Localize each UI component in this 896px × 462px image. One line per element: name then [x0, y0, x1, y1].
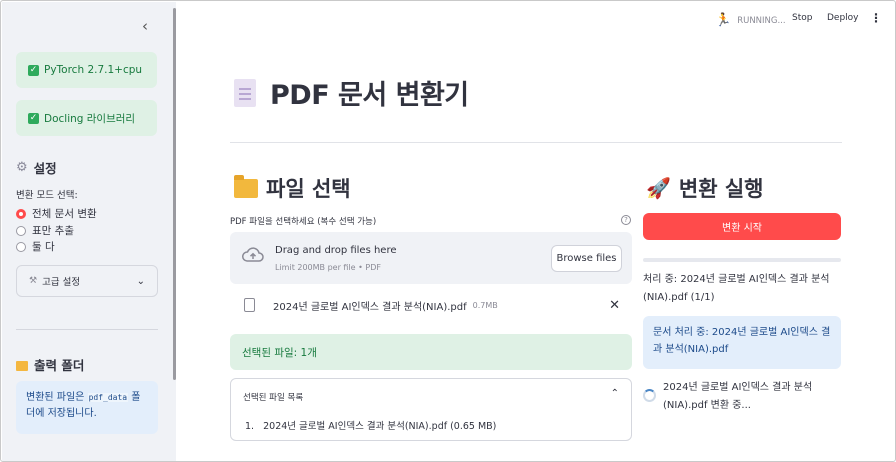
- radio-button[interactable]: [16, 241, 26, 252]
- browse-files-button[interactable]: Browse files: [551, 245, 622, 272]
- deploy-button[interactable]: Deploy: [827, 13, 859, 23]
- radio-button[interactable]: [16, 225, 26, 236]
- spinner-row: 2024년 글로벌 AI인덱스 결과 분석(NIA).pdf 변환 중...: [643, 379, 843, 415]
- dropzone-title: Drag and drop files here: [275, 245, 397, 256]
- expander-title: 선택된 파일 목록: [243, 393, 304, 403]
- run-section-heading: 🚀 변환 실행: [646, 173, 764, 203]
- close-icon[interactable]: ✕: [609, 298, 620, 313]
- wrench-icon: ⚒: [29, 276, 38, 286]
- app-window: ‹ ✓ PyTorch 2.7.1+cpu ✓ Docling 라이브러리 ⚙ …: [0, 0, 896, 462]
- section-title: 파일 선택: [266, 177, 351, 201]
- chevron-down-icon: ⌄: [136, 275, 145, 287]
- file-size: 0.7MB: [472, 300, 498, 310]
- title-row: PDF 문서 변환기: [234, 73, 469, 112]
- folder-icon: [234, 174, 258, 198]
- cloud-upload-icon: [242, 247, 264, 262]
- check-icon: ✓: [28, 112, 39, 124]
- output-title: 출력 폴더: [34, 358, 85, 373]
- uploader-label: PDF 파일을 선택하세요 (복수 선택 가능): [230, 217, 377, 227]
- folder-code: pdf_data: [87, 393, 129, 402]
- file-dropzone[interactable]: Drag and drop files here Limit 200MB per…: [230, 232, 632, 284]
- uploaded-file-row: 2024년 글로벌 AI인덱스 결과 분석(NIA).pdf 0.7MB ✕: [244, 295, 632, 315]
- running-man-icon: 🏃: [715, 13, 732, 28]
- radio-both[interactable]: 둘 다: [16, 239, 55, 254]
- output-heading: 출력 폴더: [16, 355, 84, 374]
- progress-bar: [643, 258, 841, 262]
- settings-heading: ⚙ 설정: [16, 158, 57, 177]
- pytorch-status: ✓ PyTorch 2.7.1+cpu: [16, 52, 157, 88]
- running-status: 🏃 RUNNING...: [715, 13, 786, 28]
- rocket-icon: 🚀: [646, 176, 671, 200]
- file-section-heading: 파일 선택: [234, 173, 351, 203]
- processing-info: 문서 처리 중: 2024년 글로벌 AI인덱스 결과 분석(NIA).pdf: [643, 316, 841, 369]
- status-text: RUNNING...: [737, 15, 786, 26]
- selected-count-box: 선택된 파일: 1개: [230, 334, 632, 370]
- radio-full-convert[interactable]: 전체 문서 변환: [16, 206, 97, 221]
- chevron-up-icon[interactable]: ⌃: [611, 388, 619, 399]
- radio-label: 표만 추출: [32, 225, 74, 237]
- status-label: PyTorch 2.7.1+cpu: [44, 64, 143, 76]
- expander-label: 고급 설정: [42, 277, 81, 288]
- mode-label: 변환 모드 선택:: [16, 190, 78, 201]
- file-list-expander[interactable]: 선택된 파일 목록 ⌃ 1. 2024년 글로벌 AI인덱스 결과 분석(NIA…: [230, 378, 632, 441]
- processing-text: 처리 중: 2024년 글로벌 AI인덱스 결과 분석(NIA).pdf (1/…: [643, 274, 830, 303]
- settings-title: 설정: [33, 161, 57, 176]
- output-info: 변환된 파일은 pdf_data 폴더에 저장됩니다.: [16, 381, 158, 434]
- folder-icon: [16, 360, 28, 371]
- docling-status: ✓ Docling 라이브러리: [16, 100, 157, 136]
- help-icon[interactable]: ?: [621, 215, 631, 225]
- section-title: 변환 실행: [678, 177, 764, 201]
- dropzone-limit: Limit 200MB per file • PDF: [275, 263, 381, 272]
- stop-button[interactable]: Stop: [792, 13, 812, 23]
- status-label: Docling 라이브러리: [44, 112, 136, 125]
- file-name: 2024년 글로벌 AI인덱스 결과 분석(NIA).pdf: [273, 301, 467, 313]
- info-text: 변환된 파일은: [26, 392, 88, 403]
- check-icon: ✓: [28, 64, 39, 76]
- file-icon: [244, 298, 255, 312]
- radio-table-only[interactable]: 표만 추출: [16, 223, 74, 238]
- page-title: PDF 문서 변환기: [270, 80, 469, 111]
- spinner-icon: [643, 389, 656, 402]
- spinner-text: 2024년 글로벌 AI인덱스 결과 분석(NIA).pdf 변환 중...: [663, 382, 813, 411]
- start-convert-button[interactable]: 변환 시작: [643, 213, 841, 240]
- document-icon: [234, 78, 256, 107]
- sidebar-scrollbar[interactable]: [173, 8, 176, 380]
- kebab-menu-icon[interactable]: ⋮: [870, 11, 882, 25]
- list-item: 1. 2024년 글로벌 AI인덱스 결과 분석(NIA).pdf (0.65 …: [245, 421, 497, 432]
- sidebar: ‹ ✓ PyTorch 2.7.1+cpu ✓ Docling 라이브러리 ⚙ …: [2, 2, 176, 461]
- divider: [16, 329, 158, 330]
- list-item-text: 2024년 글로벌 AI인덱스 결과 분석(NIA).pdf (0.65 MB): [263, 421, 497, 432]
- divider: [230, 142, 842, 143]
- radio-label: 둘 다: [32, 241, 55, 253]
- gear-icon: ⚙: [16, 160, 28, 175]
- radio-button[interactable]: [16, 208, 26, 219]
- advanced-settings-expander[interactable]: ⚒ 고급 설정 ⌄: [16, 265, 158, 297]
- chevron-left-icon[interactable]: ‹: [135, 16, 155, 36]
- radio-label: 전체 문서 변환: [32, 208, 97, 220]
